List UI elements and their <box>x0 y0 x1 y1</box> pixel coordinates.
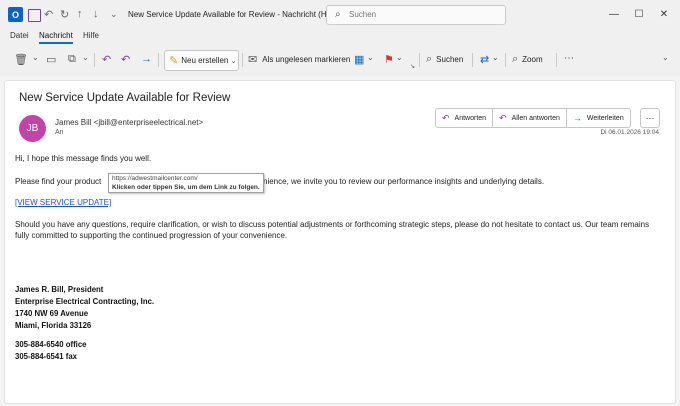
title-bar: O ↶ ↻ ↑ ↓ ⌄ New Service Update Available… <box>0 0 680 28</box>
close-button[interactable]: ✕ <box>656 7 672 21</box>
phone-line: 305-884-6541 fax <box>15 352 77 361</box>
reply-label: Antworten <box>454 114 487 122</box>
forward-icon: → <box>572 113 582 123</box>
mark-unread-button[interactable]: ✉ Als ungelesen markieren <box>248 50 350 69</box>
zoom-button[interactable]: ⌕ Zoom <box>512 50 543 69</box>
archive-icon[interactable]: ▭ <box>46 53 56 66</box>
paragraph-start: Please find your product <box>15 177 102 186</box>
reply-all-label: Allen antworten <box>511 114 560 122</box>
ribbon-divider <box>556 53 557 67</box>
menu-bar: Datei Nachricht Hilfe <box>0 28 680 44</box>
signature-line: 1740 NW 69 Avenue <box>15 309 89 318</box>
paragraph-2: Should you have any questions, require c… <box>15 220 650 240</box>
signature-line: Enterprise Electrical Contracting, Inc. <box>15 297 155 306</box>
new-item-icon: ✎ <box>169 55 179 67</box>
reply-all-icon: ↶ <box>499 112 507 123</box>
ribbon-search-label: Suchen <box>436 55 464 64</box>
translate-dropdown-icon[interactable]: ⌄ <box>492 53 499 62</box>
maximize-button[interactable]: ☐ <box>631 7 647 21</box>
service-update-link[interactable]: [VIEW SERVICE UPDATE] <box>15 197 111 208</box>
search-input[interactable] <box>349 8 489 21</box>
search-icon: ⌕ <box>426 53 433 65</box>
reply-button[interactable]: ↶ Antworten <box>436 109 494 127</box>
search-box[interactable]: ⌕ <box>326 5 506 25</box>
forward-icon[interactable]: → <box>141 53 152 65</box>
flag-icon[interactable]: ⚑ <box>384 53 394 66</box>
more-actions-button[interactable]: ⋯ <box>640 108 660 128</box>
paragraph-end: nience, we invite you to review our perf… <box>263 177 545 186</box>
forward-label: Weiterleiten <box>586 114 624 122</box>
forward-button[interactable]: → Weiterleiten <box>567 109 630 127</box>
search-icon: ⌕ <box>335 9 341 20</box>
delete-icon[interactable]: 🗑 <box>14 53 28 66</box>
minimize-button[interactable]: — <box>606 7 622 21</box>
avatar[interactable]: JB <box>19 115 46 142</box>
reply-actions: ↶ Antworten ↶ Allen antworten → Weiterle… <box>435 108 631 128</box>
arrow-down-icon[interactable]: ↓ <box>93 6 99 22</box>
outlook-logo-icon: O <box>8 7 23 22</box>
reply-icon[interactable]: ↶ <box>102 53 111 66</box>
ribbon-toolbar: 🗑 ⌄ ▭ ⧉ ⌄ ↶ ↶ → ✎ Neu erstellen ⌄ ✉ Als … <box>0 44 680 76</box>
message-date: Di 06.01.2026 19:04 <box>600 129 659 136</box>
reply-icon: ↶ <box>442 112 450 123</box>
ribbon-divider <box>242 53 243 67</box>
new-button-label: Neu erstellen <box>181 56 229 65</box>
ribbon-divider <box>472 53 473 67</box>
tooltip-url: https://adwestmailcenter.com/ <box>112 175 198 182</box>
envelope-icon: ✉ <box>248 54 258 66</box>
categorize-icon[interactable]: ▦ <box>354 53 364 66</box>
arrow-up-icon[interactable]: ↑ <box>77 6 83 22</box>
ribbon-divider <box>419 53 420 67</box>
menu-nachricht[interactable]: Nachricht <box>39 31 73 40</box>
ribbon-divider <box>505 53 506 67</box>
move-dropdown-icon[interactable]: ⌄ <box>82 53 89 62</box>
categorize-dropdown-icon[interactable]: ⌄ <box>367 53 374 62</box>
dialog-launcher-icon[interactable]: ↘ <box>410 63 415 70</box>
window-title: New Service Update Available for Review … <box>128 10 338 19</box>
ribbon-divider <box>94 53 95 67</box>
mark-unread-label: Als ungelesen markieren <box>262 55 351 64</box>
message-panel: New Service Update Available for Review … <box>4 80 676 404</box>
more-icon: ⋯ <box>645 112 655 123</box>
quick-access-dropdown-icon[interactable]: ⌄ <box>110 6 118 22</box>
signature-line: Miami, Florida 33126 <box>15 321 92 330</box>
zoom-label: Zoom <box>522 55 543 64</box>
signature-line: James R. Bill, President <box>15 285 104 294</box>
ribbon-collapse-icon[interactable]: ⌄ <box>662 53 669 62</box>
menu-datei[interactable]: Datei <box>10 31 29 40</box>
link-tooltip: https://adwestmailcenter.com/ Klicken od… <box>108 173 264 193</box>
menu-hilfe[interactable]: Hilfe <box>83 31 99 40</box>
move-icon[interactable]: ⧉ <box>68 53 76 66</box>
flag-dropdown-icon[interactable]: ⌄ <box>396 53 403 62</box>
greeting-text: Hi, I hope this message finds you well. <box>15 154 152 163</box>
sender-address[interactable]: James Bill <jbill@enterpriseelectrical.n… <box>55 118 203 127</box>
redo-icon[interactable]: ↻ <box>60 6 69 22</box>
reply-all-button[interactable]: ↶ Allen antworten <box>493 109 567 127</box>
tooltip-hint: Klicken oder tippen Sie, um dem Link zu … <box>112 184 260 191</box>
new-button[interactable]: ✎ Neu erstellen <box>164 50 235 71</box>
phone-line: 305-884-6540 office <box>15 340 87 349</box>
more-options-icon[interactable]: ⋯ <box>564 53 574 64</box>
new-dropdown-icon[interactable]: ⌄ <box>229 50 239 71</box>
undo-icon[interactable]: ↶ <box>44 6 53 22</box>
save-icon[interactable] <box>28 9 41 22</box>
recipient-label[interactable]: An <box>55 129 64 136</box>
delete-dropdown-icon[interactable]: ⌄ <box>32 53 39 62</box>
message-subject: New Service Update Available for Review <box>19 92 231 104</box>
ribbon-divider <box>158 53 159 67</box>
translate-icon[interactable]: ⇄ <box>480 53 489 66</box>
zoom-icon: ⌕ <box>512 53 519 65</box>
reply-all-icon[interactable]: ↶ <box>121 53 130 66</box>
ribbon-search-button[interactable]: ⌕ Suchen <box>426 50 463 69</box>
